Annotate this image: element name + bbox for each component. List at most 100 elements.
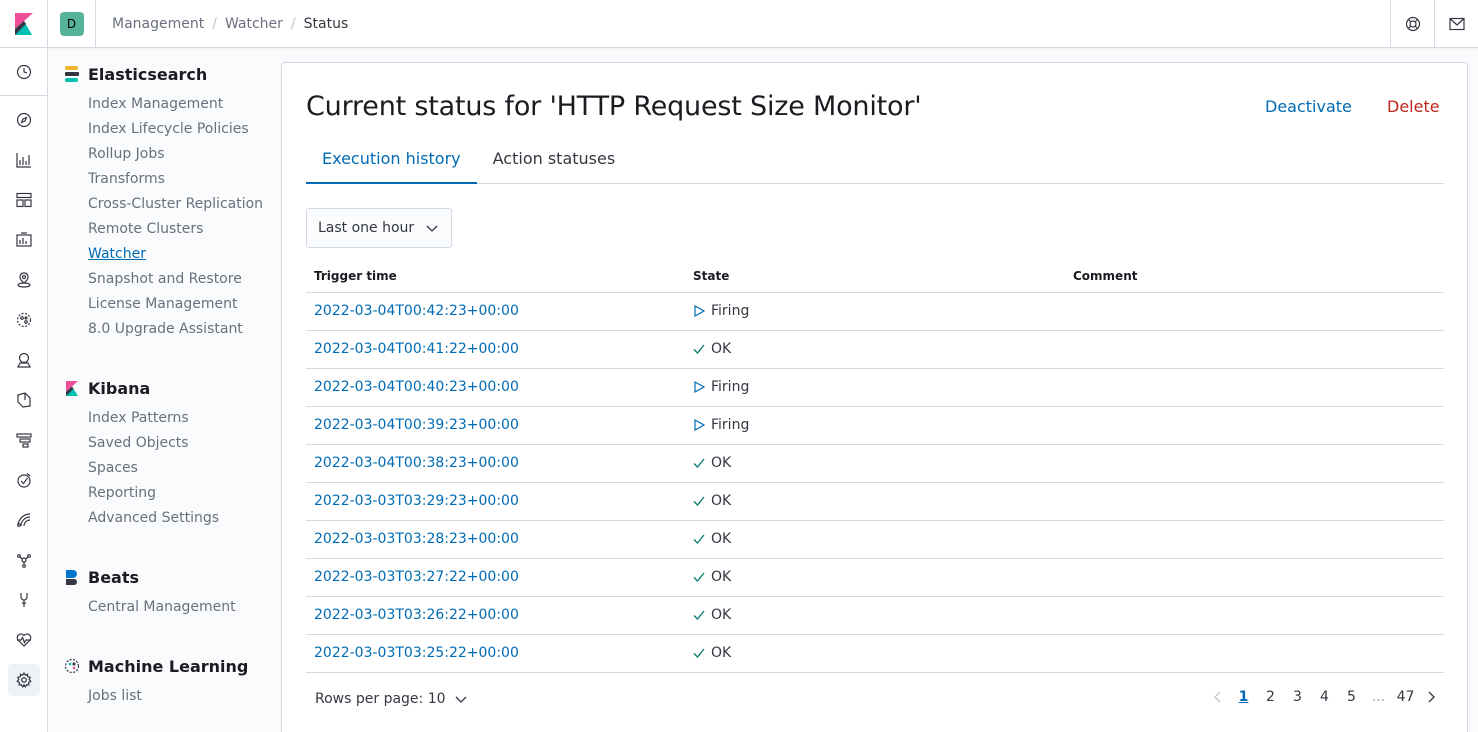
dev-tools-button[interactable] [8,584,40,616]
infrastructure-icon [17,352,31,368]
state-cell: OK [685,634,1065,673]
space-selector[interactable]: D [48,0,96,48]
sidebar-item-central-management[interactable]: Central Management [88,598,236,623]
rows-per-page-select[interactable]: Rows per page: 10 [315,691,468,707]
graph-button[interactable] [8,544,40,576]
page-button-5[interactable]: 5 [1338,689,1365,705]
trigger-time-link[interactable]: 2022-03-03T03:25:22+00:00 [314,645,519,661]
trigger-time-link[interactable]: 2022-03-03T03:27:22+00:00 [314,569,519,585]
trigger-time-link[interactable]: 2022-03-03T03:26:22+00:00 [314,607,519,623]
trigger-time-cell: 2022-03-03T03:28:23+00:00 [306,520,685,559]
elasticsearch-logo-icon [64,66,80,82]
dashboard-button[interactable] [8,184,40,216]
breadcrumb-management[interactable]: Management [112,16,204,32]
maps-icon [17,272,31,288]
page-button-3[interactable]: 3 [1284,689,1311,705]
discover-button[interactable] [8,104,40,136]
sidebar-item-reporting[interactable]: Reporting [88,484,219,509]
sidebar-item-index-patterns[interactable]: Index Patterns [88,409,219,434]
time-range-select[interactable]: Last one hour [306,208,452,248]
comment-cell [1065,444,1444,483]
stack-management-button[interactable] [8,664,40,696]
state-cell: OK [685,520,1065,559]
table-row: 2022-03-03T03:28:23+00:00 OK [306,520,1444,559]
sidebar-item-remote-clusters[interactable]: Remote Clusters [88,220,263,245]
nav-group-elasticsearch: Elasticsearch Index Management Index Lif… [64,62,263,345]
trigger-time-cell: 2022-03-03T03:26:22+00:00 [306,596,685,635]
trigger-time-cell: 2022-03-04T00:38:23+00:00 [306,444,685,483]
comment-cell [1065,482,1444,521]
trigger-time-link[interactable]: 2022-03-04T00:42:23+00:00 [314,303,519,319]
trigger-time-link[interactable]: 2022-03-04T00:38:23+00:00 [314,455,519,471]
trigger-time-link[interactable]: 2022-03-04T00:40:23+00:00 [314,379,519,395]
apm-button[interactable] [8,424,40,456]
canvas-button[interactable] [8,224,40,256]
recently-viewed-button[interactable] [8,56,40,88]
sidebar-item-index-management[interactable]: Index Management [88,95,263,120]
sidebar-item-saved-objects[interactable]: Saved Objects [88,434,219,459]
kibana-logo[interactable] [0,0,48,48]
deactivate-button[interactable]: Deactivate [1265,97,1352,116]
nav-group-title: Machine Learning [88,656,249,676]
uptime-button[interactable] [8,464,40,496]
page-button-47[interactable]: 47 [1392,689,1419,705]
sidebar-item-watcher[interactable]: Watcher [88,245,263,270]
time-range-value: Last one hour [318,220,415,236]
next-page-button[interactable] [1419,691,1443,703]
machine-learning-icon [16,312,32,328]
state-cell: Firing [685,406,1065,445]
trigger-time-link[interactable]: 2022-03-04T00:39:23+00:00 [314,417,519,433]
uptime-icon [17,473,31,488]
state-cell: OK [685,596,1065,635]
tab-bar: Execution history Action statuses [306,143,1444,184]
chevron-left-icon [1214,691,1221,703]
state-cell: OK [685,558,1065,597]
sidebar-item-license-management[interactable]: License Management [88,295,263,320]
sidebar-item-advanced-settings[interactable]: Advanced Settings [88,509,219,534]
chevron-down-icon [426,225,438,232]
tab-execution-history[interactable]: Execution history [306,143,477,184]
sidebar-item-index-lifecycle-policies[interactable]: Index Lifecycle Policies [88,120,263,145]
trigger-time-link[interactable]: 2022-03-03T03:28:23+00:00 [314,531,519,547]
page-button-1[interactable]: 1 [1230,689,1257,705]
logs-button[interactable] [8,384,40,416]
state-label: OK [711,531,732,547]
pagination: 1 2 3 4 5 ... 47 [1206,689,1443,705]
dashboard-icon [16,192,32,208]
page-button-4[interactable]: 4 [1311,689,1338,705]
state-label: Firing [711,417,750,433]
nav-group-machine-learning: Machine Learning Jobs list [64,654,248,712]
state-cell: Firing [685,292,1065,331]
page-button-2[interactable]: 2 [1257,689,1284,705]
table-row: 2022-03-03T03:29:23+00:00 OK [306,482,1444,521]
maps-button[interactable] [8,264,40,296]
trigger-time-cell: 2022-03-03T03:29:23+00:00 [306,482,685,521]
play-icon [694,305,705,317]
kibana-logo-icon [64,380,80,396]
sidebar-item-transforms[interactable]: Transforms [88,170,263,195]
gear-icon [16,672,32,688]
sidebar-item-spaces[interactable]: Spaces [88,459,219,484]
help-button[interactable] [1390,0,1434,48]
previous-page-button[interactable] [1206,691,1230,703]
heartbeat-icon [16,633,32,647]
breadcrumb-watcher[interactable]: Watcher [225,16,283,32]
ml-button[interactable] [8,304,40,336]
siem-button[interactable] [8,504,40,536]
trigger-time-link[interactable]: 2022-03-03T03:29:23+00:00 [314,493,519,509]
visualize-button[interactable] [8,144,40,176]
tab-action-statuses[interactable]: Action statuses [477,143,632,184]
sidebar-item-upgrade-assistant[interactable]: 8.0 Upgrade Assistant [88,320,263,345]
sidebar-item-rollup-jobs[interactable]: Rollup Jobs [88,145,263,170]
delete-button[interactable]: Delete [1387,97,1440,116]
sidebar-item-snapshot-and-restore[interactable]: Snapshot and Restore [88,270,263,295]
monitoring-button[interactable] [8,624,40,656]
sidebar-item-jobs-list[interactable]: Jobs list [88,687,248,712]
newsfeed-button[interactable] [1434,0,1478,48]
sidebar-item-cross-cluster-replication[interactable]: Cross-Cluster Replication [88,195,263,220]
page-ellipsis: ... [1371,689,1386,705]
dev-tools-icon [20,593,28,607]
metrics-button[interactable] [8,344,40,376]
trigger-time-link[interactable]: 2022-03-04T00:41:22+00:00 [314,341,519,357]
check-icon [693,572,705,582]
